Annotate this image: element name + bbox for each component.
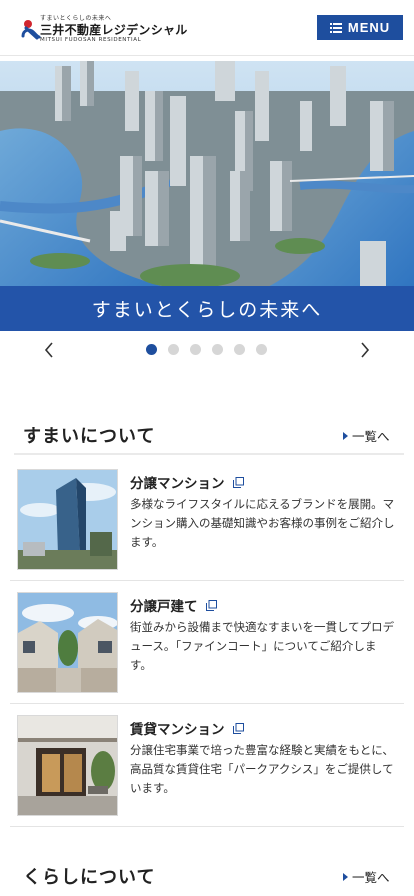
card-title-text: 分譲マンション bbox=[130, 476, 225, 492]
view-all-link[interactable]: 一覧へ bbox=[343, 867, 390, 886]
carousel-dot-2[interactable] bbox=[168, 344, 179, 355]
chevron-right-icon bbox=[361, 342, 370, 358]
view-all-label: 一覧へ bbox=[352, 429, 390, 444]
carousel-dot-5[interactable] bbox=[234, 344, 245, 355]
card-detached-house[interactable]: 分譲戸建て 街並みから設備まで快適なすまいを一貫してプロデュース。「ファインコー… bbox=[10, 582, 404, 704]
card-title-text: 分譲戸建て bbox=[130, 599, 198, 615]
section-header-living: くらしについて 一覧へ bbox=[0, 857, 414, 896]
hero-carousel-slide[interactable]: すまいとくらしの未来へ bbox=[0, 61, 414, 331]
view-all-link[interactable]: 一覧へ bbox=[343, 426, 390, 445]
card-condominium[interactable]: 分譲マンション 多様なライフスタイルに応えるブランドを展開。マンション購入の基礎… bbox=[10, 459, 404, 581]
menu-button[interactable]: MENU bbox=[317, 15, 403, 40]
carousel-dot-6[interactable] bbox=[256, 344, 267, 355]
carousel-dots bbox=[146, 344, 267, 355]
external-link-icon bbox=[205, 599, 217, 611]
list-menu-icon bbox=[329, 22, 342, 33]
card-rental-apartment[interactable]: 賃貸マンション 分譲住宅事業で培った豊富な経験と実績をもとに、高品質な賃貸住宅「… bbox=[10, 705, 404, 827]
section-title: すまいについて bbox=[23, 426, 156, 447]
hero-caption: すまいとくらしの未来へ bbox=[0, 286, 414, 331]
brand-logo[interactable]: すまいとくらしの未来へ 三井不動産レジデンシャル MITSUI FUDOSAN … bbox=[20, 12, 187, 46]
rental-apartment-thumbnail bbox=[17, 715, 118, 816]
external-link-icon bbox=[232, 722, 244, 734]
section-title: くらしについて bbox=[23, 867, 156, 888]
logo-english-name: MITSUI FUDOSAN RESIDENTIAL bbox=[40, 37, 142, 43]
carousel-dot-1[interactable] bbox=[146, 344, 157, 355]
carousel-controls bbox=[0, 331, 414, 369]
card-title: 分譲マンション bbox=[130, 472, 244, 492]
chevron-left-icon bbox=[44, 342, 53, 358]
triangle-right-icon bbox=[343, 872, 348, 881]
external-link-icon bbox=[232, 476, 244, 488]
card-title-text: 賃貸マンション bbox=[130, 722, 225, 738]
card-description: 多様なライフスタイルに応えるブランドを展開。マンション購入の基礎知識やお客様の事… bbox=[130, 497, 395, 549]
city-aerial-photo bbox=[0, 61, 414, 291]
card-title: 賃貸マンション bbox=[130, 718, 244, 738]
card-description: 分譲住宅事業で培った豊富な経験と実績をもとに、高品質な賃貸住宅「パークアクシス」… bbox=[130, 743, 394, 795]
detached-house-thumbnail bbox=[17, 592, 118, 693]
card-description: 街並みから設備まで快適なすまいを一貫してプロデュース。「ファインコート」について… bbox=[130, 620, 395, 672]
logo-name: 三井不動産レジデンシャル bbox=[40, 23, 188, 37]
triangle-right-icon bbox=[343, 431, 348, 440]
carousel-prev-button[interactable] bbox=[37, 338, 61, 362]
carousel-dot-4[interactable] bbox=[212, 344, 223, 355]
site-header: すまいとくらしの未来へ 三井不動産レジデンシャル MITSUI FUDOSAN … bbox=[0, 0, 414, 56]
carousel-next-button[interactable] bbox=[353, 338, 377, 362]
section-header-housing: すまいについて 一覧へ bbox=[0, 416, 414, 456]
section-divider bbox=[14, 453, 404, 455]
ampersand-logo-icon bbox=[21, 20, 41, 40]
carousel-dot-3[interactable] bbox=[190, 344, 201, 355]
card-title: 分譲戸建て bbox=[130, 595, 217, 615]
menu-label: MENU bbox=[347, 20, 391, 35]
view-all-label: 一覧へ bbox=[352, 870, 390, 885]
condominium-thumbnail bbox=[17, 469, 118, 570]
